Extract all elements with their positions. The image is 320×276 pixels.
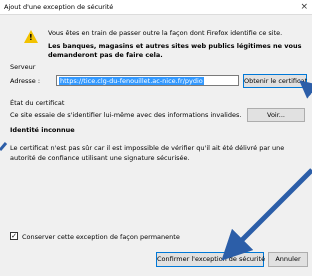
annotation-arrow-top (299, 80, 312, 99)
annotation-arrow-main (221, 168, 312, 261)
annotation-arrow-left (0, 142, 8, 151)
annotation-arrows (0, 80, 312, 261)
security-exception-dialog: Ajout d'une exception de sécurité × ! Vo… (0, 0, 312, 276)
